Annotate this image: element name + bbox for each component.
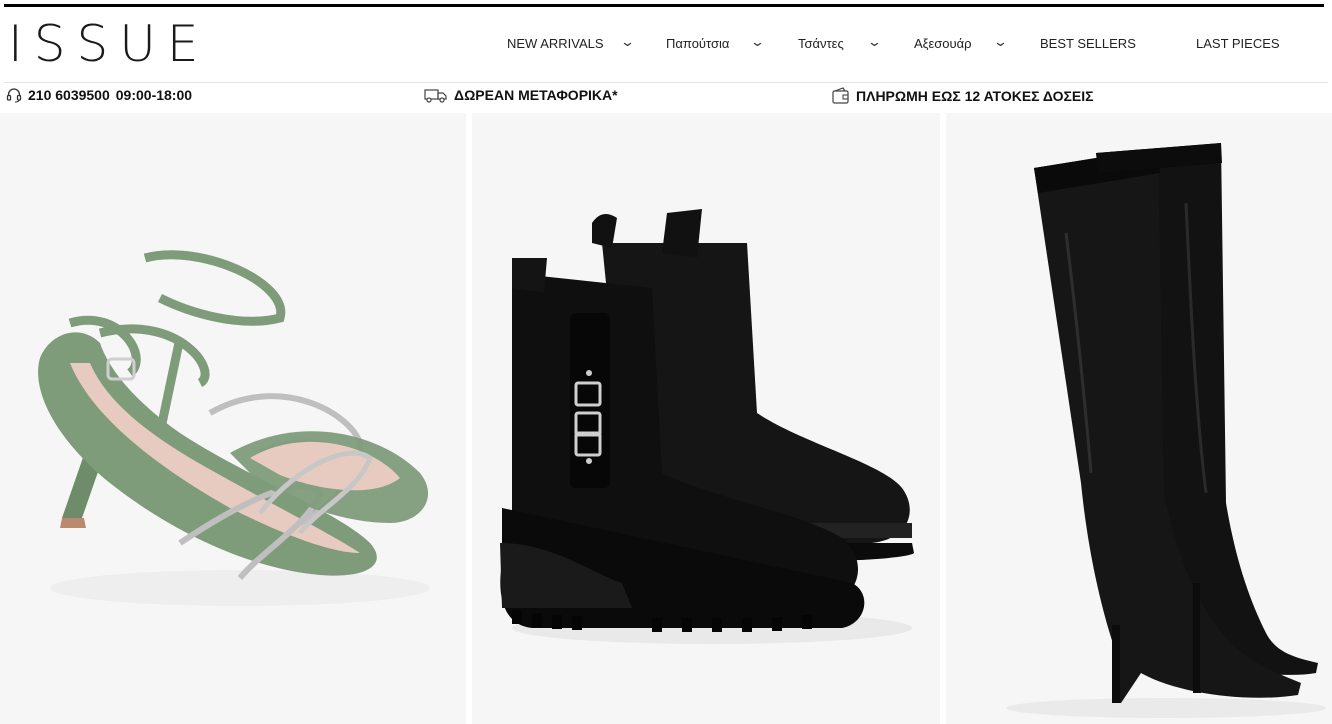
chevron-down-icon[interactable]: ⌄: [867, 34, 882, 50]
green-sandal-image: [38, 250, 430, 606]
payment-info[interactable]: ΠΛΗΡΩΜΗ ΕΩΣ 12 ΑΤΟΚΕΣ ΔΟΣΕΙΣ: [832, 87, 1094, 105]
phone-number: 210 6039500: [28, 87, 110, 103]
nav-item-best-sellers[interactable]: BEST SELLERS: [1040, 36, 1136, 51]
brand-logo[interactable]: ISSUE: [8, 14, 209, 74]
shipping-info[interactable]: ΔΩΡΕΑΝ ΜΕΤΑΦΟΡΙΚΑ*: [424, 87, 618, 103]
product-tile-chelsea-boots[interactable]: [472, 113, 940, 724]
nav-item-last-pieces[interactable]: LAST PIECES: [1196, 36, 1280, 51]
product-tile-green-sandal[interactable]: [0, 113, 466, 724]
payment-text: ΠΛΗΡΩΜΗ ΕΩΣ 12 ΑΤΟΚΕΣ ΔΟΣΕΙΣ: [856, 88, 1094, 104]
nav-item-label: Αξεσουάρ: [914, 36, 972, 51]
chevron-down-icon[interactable]: ⌄: [620, 34, 635, 50]
truck-icon: [424, 87, 448, 103]
over-knee-boots-image: [1006, 143, 1326, 718]
nav-item-label: LAST PIECES: [1196, 36, 1280, 51]
nav-item-accessories[interactable]: Αξεσουάρ ⌄: [914, 34, 1008, 51]
chevron-down-icon[interactable]: ⌄: [993, 34, 1008, 50]
nav-item-label: BEST SELLERS: [1040, 36, 1136, 51]
shipping-text: ΔΩΡΕΑΝ ΜΕΤΑΦΟΡΙΚΑ*: [454, 87, 618, 103]
nav-item-label: Παπούτσια: [666, 36, 730, 51]
phone-info[interactable]: 210 6039500 09:00-18:00: [6, 87, 192, 103]
nav-item-shoes[interactable]: Παπούτσια ⌄: [666, 34, 765, 51]
opening-hours: 09:00-18:00: [115, 87, 193, 103]
headset-icon: [6, 87, 22, 103]
info-bar: 210 6039500 09:00-18:00 ΔΩΡΕΑΝ ΜΕΤΑΦΟΡΙΚ…: [0, 87, 1332, 109]
product-tile-over-knee-boots[interactable]: [946, 113, 1332, 724]
product-grid: [0, 113, 1332, 724]
nav-item-new-arrivals[interactable]: NEW ARRIVALS ⌄: [507, 34, 635, 51]
chelsea-boots-image: [500, 209, 914, 644]
header-divider: [4, 82, 1328, 83]
nav-item-bags[interactable]: Τσάντες ⌄: [798, 34, 882, 51]
nav-item-label: NEW ARRIVALS: [507, 36, 604, 51]
wallet-icon: [832, 87, 850, 105]
top-rule: [4, 4, 1324, 7]
chevron-down-icon[interactable]: ⌄: [750, 34, 765, 50]
nav-item-label: Τσάντες: [798, 36, 844, 51]
